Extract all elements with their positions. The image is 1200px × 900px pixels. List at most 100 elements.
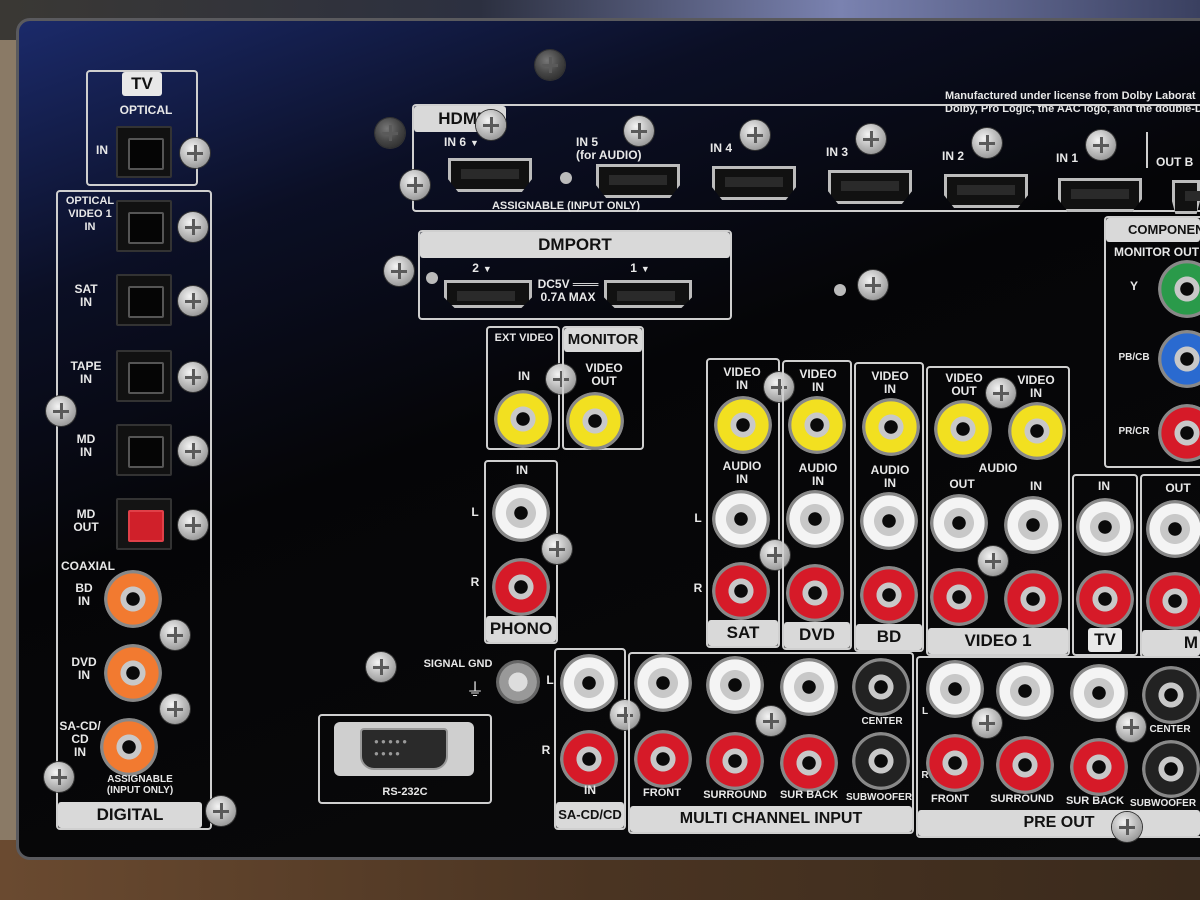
preout-subwoofer-jack[interactable]: [1142, 740, 1200, 798]
bd-label: BD: [856, 624, 922, 650]
hdmi-in6-port[interactable]: [448, 158, 532, 192]
digital-label: DIGITAL: [58, 802, 202, 828]
preout-surround-label: SURROUND: [990, 793, 1054, 805]
md-optical-out-jack[interactable]: [116, 498, 172, 550]
assignable-note: ASSIGNABLE (INPUT ONLY): [106, 774, 174, 796]
video1-label: VIDEO 1: [928, 628, 1068, 654]
screw-icon: [180, 138, 210, 168]
sacd-l-jack[interactable]: [560, 654, 618, 712]
rs232c-port[interactable]: [334, 722, 474, 776]
hdmi-in4-port[interactable]: [712, 166, 796, 200]
bd-audio-r-jack[interactable]: [860, 566, 918, 624]
phono-l-jack[interactable]: [492, 484, 550, 542]
preout-surround-l-jack[interactable]: [996, 662, 1054, 720]
optical-video1-in-jack[interactable]: [116, 200, 172, 252]
screw-icon: [1112, 812, 1142, 842]
component-label: COMPONENT: [1106, 218, 1200, 242]
preout-surround-r-jack[interactable]: [996, 736, 1054, 794]
dmport2-port[interactable]: [444, 280, 532, 308]
screw-icon: [366, 652, 396, 682]
video1-video-out-jack[interactable]: [934, 400, 992, 458]
md-optical-out-label: MD OUT: [73, 507, 99, 534]
video1-audio-in-l-jack[interactable]: [1004, 496, 1062, 554]
bd-coaxial-in-jack[interactable]: [104, 570, 162, 628]
mc-surback-r-jack[interactable]: [780, 734, 838, 792]
optical-video1-label: OPTICAL VIDEO 1 IN: [65, 195, 115, 233]
sat-l-label: L: [694, 511, 702, 525]
preout-front-l-jack[interactable]: [926, 660, 984, 718]
tv-optical-in-jack[interactable]: [116, 126, 172, 178]
screw-icon: [972, 128, 1002, 158]
sacd-r-label: R: [541, 743, 551, 757]
preout-surback-l-jack[interactable]: [1070, 664, 1128, 722]
coaxial-label: COAXIAL: [61, 559, 115, 573]
sat-audio-l-jack[interactable]: [712, 490, 770, 548]
dvd-video-in-jack[interactable]: [788, 396, 846, 454]
hdmi-in2-port[interactable]: [944, 174, 1028, 208]
video1-audio-out-l-jack[interactable]: [930, 494, 988, 552]
sacd-r-jack[interactable]: [560, 730, 618, 788]
mc-surround-r-jack[interactable]: [706, 732, 764, 790]
video1-audio-label: AUDIO: [978, 461, 1018, 475]
mc-center-label: CENTER: [861, 716, 903, 727]
phono-r-jack[interactable]: [492, 558, 550, 616]
component-pb-label: PB/CB: [1118, 352, 1150, 363]
preout-center-label: CENTER: [1149, 724, 1191, 735]
bd-video-in-jack[interactable]: [862, 398, 920, 456]
hdmi-outb-port[interactable]: [1172, 180, 1200, 214]
bd-video-in-label: VIDEO IN: [871, 369, 909, 396]
dvd-audio-r-jack[interactable]: [786, 564, 844, 622]
bd-coax-label: BD IN: [75, 581, 93, 608]
screw-icon: [756, 706, 786, 736]
dvd-coaxial-in-jack[interactable]: [104, 644, 162, 702]
out-group-label: M: [1142, 630, 1200, 656]
dmport2-label: 2: [462, 262, 502, 276]
screw-icon: [46, 396, 76, 426]
mc-center-jack[interactable]: [852, 658, 910, 716]
sat-video-in-label: VIDEO IN: [723, 365, 761, 392]
ext-video-in-jack[interactable]: [494, 390, 552, 448]
tv-audio-r-jack[interactable]: [1076, 570, 1134, 628]
dvd-audio-l-jack[interactable]: [786, 490, 844, 548]
monitor-video-out-jack[interactable]: [566, 392, 624, 450]
signal-gnd-terminal[interactable]: [496, 660, 540, 704]
tape-optical-in-jack[interactable]: [116, 350, 172, 402]
screw-icon: [856, 124, 886, 154]
sat-label: SAT: [708, 620, 778, 646]
preout-front-r-jack[interactable]: [926, 734, 984, 792]
hdmi-in1-port[interactable]: [1058, 178, 1142, 212]
md-optical-in-jack[interactable]: [116, 424, 172, 476]
dvd-video-in-label: VIDEO IN: [799, 367, 837, 394]
monitor-video-out-label: VIDEO OUT: [585, 361, 623, 388]
bd-audio-l-jack[interactable]: [860, 492, 918, 550]
out-r-jack[interactable]: [1146, 572, 1200, 630]
preout-surback-r-jack[interactable]: [1070, 738, 1128, 796]
dmport1-port[interactable]: [604, 280, 692, 308]
video1-out-label: OUT: [949, 477, 975, 491]
preout-center-jack[interactable]: [1142, 666, 1200, 724]
sat-optical-in-jack[interactable]: [116, 274, 172, 326]
tv-audio-label: TV: [1088, 628, 1122, 652]
mc-subwoofer-jack[interactable]: [852, 732, 910, 790]
sacd-coaxial-in-jack[interactable]: [100, 718, 158, 776]
out-l-jack[interactable]: [1146, 500, 1200, 558]
mc-front-l-jack[interactable]: [634, 654, 692, 712]
video1-audio-out-r-jack[interactable]: [930, 568, 988, 626]
tv-audio-l-jack[interactable]: [1076, 498, 1134, 556]
sacd-coax-label: SA-CD/ CD IN: [59, 719, 101, 759]
hdmi-in3-port[interactable]: [828, 170, 912, 204]
phono-label: PHONO: [486, 616, 556, 642]
hdmi-in5-port[interactable]: [596, 164, 680, 198]
mc-surround-l-jack[interactable]: [706, 656, 764, 714]
dvd-label: DVD: [784, 622, 850, 648]
sat-audio-r-jack[interactable]: [712, 562, 770, 620]
phono-l-label: L: [471, 505, 479, 519]
sat-video-in-jack[interactable]: [714, 396, 772, 454]
video1-audio-in-r-jack[interactable]: [1004, 570, 1062, 628]
video1-video-in-jack[interactable]: [1008, 402, 1066, 460]
rs232c-label: RS-232C: [382, 786, 428, 798]
mc-front-r-jack[interactable]: [634, 730, 692, 788]
screw-icon: [160, 620, 190, 650]
mc-surback-l-jack[interactable]: [780, 658, 838, 716]
mc-surround-label: SURROUND: [703, 789, 767, 801]
